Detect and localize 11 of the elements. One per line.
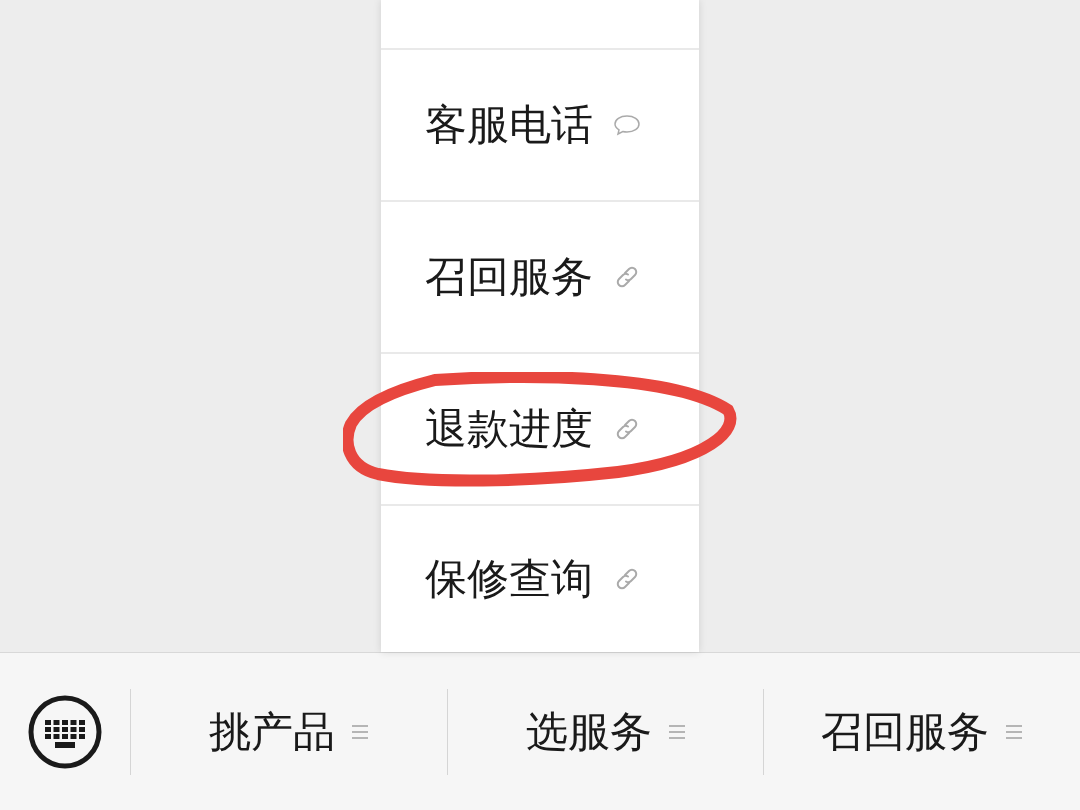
submenu-item[interactable]: 召回服务 bbox=[424, 251, 593, 303]
menu-button[interactable]: 召回服务 bbox=[821, 704, 1024, 760]
menu-lines-icon bbox=[667, 723, 686, 741]
menu-button[interactable]: 选服务 bbox=[525, 704, 686, 760]
menu-button[interactable]: 挑产品 bbox=[208, 704, 369, 760]
menu-lines-icon bbox=[350, 723, 369, 741]
keyboard-icon[interactable] bbox=[28, 695, 102, 769]
submenu-item[interactable]: 退款进度 bbox=[424, 403, 593, 455]
submenu-item[interactable]: 客服电话 bbox=[424, 99, 593, 151]
submenu-item[interactable]: 保修查询 bbox=[424, 553, 593, 605]
menu-lines-icon bbox=[1005, 723, 1024, 741]
